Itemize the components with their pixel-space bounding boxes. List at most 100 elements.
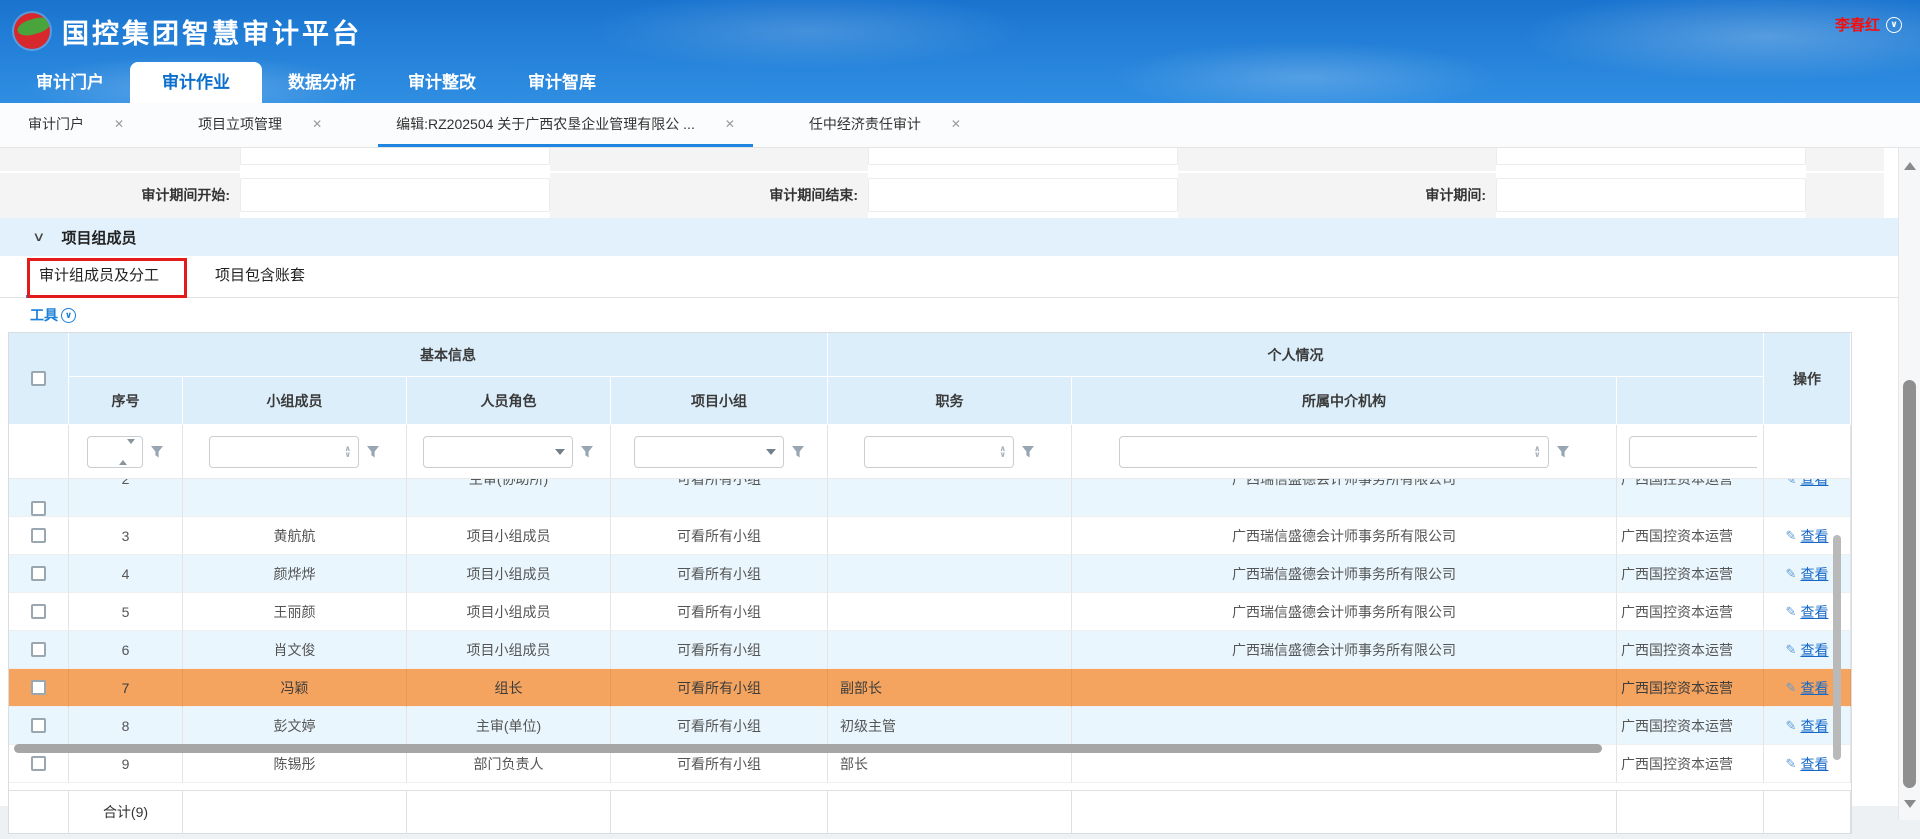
form-row-clipped: [0, 148, 1920, 171]
user-menu[interactable]: 李春红 ∨: [1835, 14, 1902, 35]
close-icon[interactable]: ✕: [114, 117, 124, 131]
table-row[interactable]: 5王丽颜项目小组成员可看所有小组广西瑞信盛德会计师事务所有限公司广西国控资本运营…: [9, 593, 1851, 631]
close-icon[interactable]: ✕: [951, 117, 961, 131]
seq-filter-input[interactable]: [87, 436, 143, 468]
cell-name: 颜烨烨: [183, 555, 407, 593]
cell-role: 项目小组成员: [407, 593, 611, 631]
scroll-up-icon[interactable]: [1904, 156, 1916, 170]
view-link[interactable]: 查看: [1800, 479, 1828, 498]
view-link[interactable]: 查看: [1800, 564, 1828, 584]
nav-item-审计门户[interactable]: 审计门户: [10, 62, 130, 103]
close-icon[interactable]: ✕: [312, 117, 322, 131]
row-checkbox[interactable]: [31, 566, 46, 581]
position-filter-input[interactable]: ∧∨: [864, 436, 1014, 468]
role-filter-select[interactable]: [423, 436, 573, 468]
filter-funnel-icon[interactable]: [791, 445, 805, 459]
total-empty-cell: [828, 791, 1072, 833]
sub-tab-项目包含账套[interactable]: 项目包含账套: [202, 256, 318, 298]
table-row[interactable]: 7冯颖组长可看所有小组副部长广西国控资本运营✎查看: [9, 669, 1851, 707]
group-filter-select[interactable]: [634, 436, 784, 468]
nav-item-审计整改[interactable]: 审计整改: [382, 62, 502, 103]
table-row[interactable]: 6肖文俊项目小组成员可看所有小组广西瑞信盛德会计师事务所有限公司广西国控资本运营…: [9, 631, 1851, 669]
filter-funnel-icon[interactable]: [580, 445, 594, 459]
cell-group: 可看所有小组: [611, 669, 828, 707]
tools-menu[interactable]: 工具 ∨: [30, 305, 76, 325]
row-select-cell: [9, 517, 69, 555]
document-tabs: 审计门户✕ 项目立项管理✕ 编辑:RZ202504 关于广西农垦企业管理有限公 ..…: [0, 103, 1920, 148]
content-area: 审计期间开始: 审计期间结束: 审计期间: ∨ 项目组成员 审计组成员及分工项目…: [0, 148, 1920, 806]
name-filter-input[interactable]: ∧∨: [209, 436, 359, 468]
cell-org: 广西国控资本运营: [1617, 593, 1764, 631]
total-empty-cell: [1617, 791, 1764, 833]
page-scrollbar-thumb[interactable]: [1903, 380, 1916, 788]
cell-group: 可看所有小组: [611, 707, 828, 745]
nav-item-审计作业[interactable]: 审计作业: [130, 62, 262, 103]
view-link[interactable]: 查看: [1800, 754, 1828, 774]
form-label: [0, 148, 240, 171]
view-link[interactable]: 查看: [1800, 678, 1828, 698]
doc-tab[interactable]: 审计门户✕: [10, 103, 142, 147]
edit-pencil-icon: ✎: [1786, 680, 1797, 696]
row-checkbox[interactable]: [31, 756, 46, 771]
audit-period-label: 审计期间:: [1256, 173, 1496, 218]
audit-period-end-input[interactable]: [868, 178, 1178, 212]
chevron-down-circle-icon: ∨: [61, 308, 76, 323]
agency-filter-input[interactable]: ∧∨: [1119, 436, 1549, 468]
audit-period-start-input[interactable]: [240, 178, 550, 212]
column-header-agency: 所属中介机构: [1072, 377, 1617, 425]
filter-funnel-icon[interactable]: [1556, 445, 1570, 459]
project-members-section-header[interactable]: ∨ 项目组成员: [0, 218, 1920, 256]
view-link[interactable]: 查看: [1800, 602, 1828, 622]
cell-agency: 广西瑞信盛德会计师事务所有限公司: [1072, 555, 1617, 593]
doc-tab[interactable]: 编辑:RZ202504 关于广西农垦企业管理有限公 ...✕: [378, 103, 753, 147]
row-checkbox[interactable]: [31, 501, 46, 516]
cell-role: 主审(单位): [407, 707, 611, 745]
chevron-down-icon: ∨: [1886, 17, 1902, 33]
scroll-down-icon[interactable]: [1904, 800, 1916, 814]
doc-tab[interactable]: 任中经济责任审计✕: [791, 103, 979, 147]
table-row[interactable]: 4颜烨烨项目小组成员可看所有小组广西瑞信盛德会计师事务所有限公司广西国控资本运营…: [9, 555, 1851, 593]
nav-item-审计智库[interactable]: 审计智库: [502, 62, 622, 103]
audit-period-input[interactable]: [1496, 178, 1806, 212]
table-row[interactable]: 3黄航航项目小组成员可看所有小组广西瑞信盛德会计师事务所有限公司广西国控资本运营…: [9, 517, 1851, 555]
form-row-audit-period: 审计期间开始: 审计期间结束: 审计期间:: [0, 173, 1920, 218]
table-scrollbar-thumb[interactable]: [1833, 535, 1841, 760]
cell-org: 广西国控资本运营: [1617, 555, 1764, 593]
collapse-chevron-icon[interactable]: ∨: [32, 229, 45, 245]
main-nav: 审计门户审计作业数据分析审计整改审计智库: [0, 62, 622, 103]
form-input[interactable]: [240, 148, 550, 165]
cell-agency: 广西瑞信盛德会计师事务所有限公司: [1072, 631, 1617, 669]
form-input[interactable]: [1496, 148, 1806, 165]
member-subtabs: 审计组成员及分工项目包含账套: [0, 256, 1920, 298]
row-checkbox[interactable]: [31, 680, 46, 695]
user-name: 李春红: [1835, 14, 1880, 35]
filter-funnel-icon[interactable]: [1021, 445, 1035, 459]
form-input[interactable]: [868, 148, 1178, 165]
cell-position: [828, 593, 1072, 631]
page-scrollbar[interactable]: [1898, 148, 1920, 820]
filter-funnel-icon[interactable]: [150, 445, 164, 459]
cell-action: ✎查看: [1764, 479, 1851, 517]
row-checkbox[interactable]: [31, 642, 46, 657]
horizontal-scrollbar-thumb[interactable]: [14, 744, 1602, 753]
org-filter-input[interactable]: [1629, 436, 1757, 468]
row-checkbox[interactable]: [31, 604, 46, 619]
doc-tab[interactable]: 项目立项管理✕: [180, 103, 340, 147]
view-link[interactable]: 查看: [1800, 640, 1828, 660]
select-all-checkbox[interactable]: [31, 371, 46, 386]
row-checkbox[interactable]: [31, 718, 46, 733]
cell-group: 可看所有小组: [611, 631, 828, 669]
nav-item-数据分析[interactable]: 数据分析: [262, 62, 382, 103]
view-link[interactable]: 查看: [1800, 526, 1828, 546]
view-link[interactable]: 查看: [1800, 716, 1828, 736]
sub-tab-审计组成员及分工[interactable]: 审计组成员及分工: [26, 256, 172, 298]
table-total-row: 合计(9): [9, 791, 1851, 833]
close-icon[interactable]: ✕: [725, 117, 735, 131]
filter-funnel-icon[interactable]: [366, 445, 380, 459]
cell-seq: 4: [69, 555, 183, 593]
table-row[interactable]: 8彭文婷主审(单位)可看所有小组初级主管广西国控资本运营✎查看: [9, 707, 1851, 745]
row-select-cell: [9, 669, 69, 707]
row-checkbox[interactable]: [31, 528, 46, 543]
column-header-group: 项目小组: [611, 377, 828, 425]
cell-org: 广西国控资本运营: [1617, 707, 1764, 745]
